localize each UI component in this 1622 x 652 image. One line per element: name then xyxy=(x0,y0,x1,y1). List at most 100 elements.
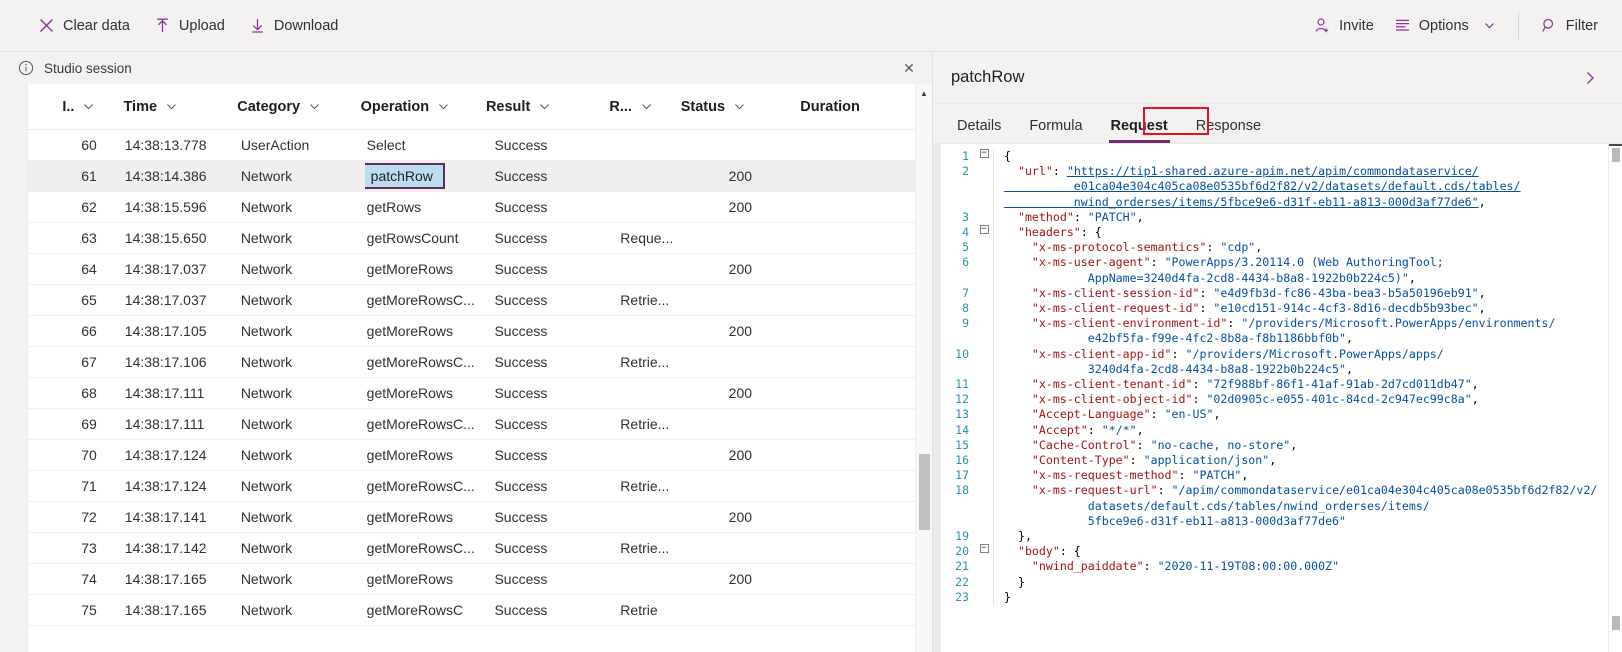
chevron-down-icon[interactable] xyxy=(165,100,178,113)
table-row[interactable]: 6414:38:17.037NetworkgetMoreRowsSuccess2… xyxy=(28,254,932,285)
cell-category[interactable]: UserAction xyxy=(239,130,365,160)
cell-r[interactable] xyxy=(618,316,691,346)
cell-category[interactable]: Network xyxy=(239,223,365,253)
cell-category[interactable]: Network xyxy=(239,347,365,377)
cell-time[interactable]: 14:38:17.037 xyxy=(111,285,239,315)
table-row[interactable]: 6614:38:17.105NetworkgetMoreRowsSuccess2… xyxy=(28,316,932,347)
fold-collapse-icon[interactable]: − xyxy=(975,225,993,234)
cell-category[interactable]: Network xyxy=(239,440,365,470)
cell-time[interactable]: 14:38:17.105 xyxy=(111,316,239,346)
cell-operation[interactable]: getMoreRowsC xyxy=(365,595,493,625)
table-row[interactable]: 7414:38:17.165NetworkgetMoreRowsSuccess2… xyxy=(28,564,932,595)
grid-vertical-scrollbar[interactable]: ▲ xyxy=(915,84,932,652)
cell-r[interactable]: Retrie... xyxy=(618,471,691,501)
tab-response[interactable]: Response xyxy=(1182,118,1275,143)
json-url-link[interactable]: "https://tip1-shared.azure-apim.net/apim… xyxy=(1067,164,1479,178)
cell-id[interactable]: 69 xyxy=(28,409,111,439)
cell-result[interactable]: Success xyxy=(492,254,618,284)
cell-result[interactable]: Success xyxy=(492,471,618,501)
table-row[interactable]: 7114:38:17.124NetworkgetMoreRowsC...Succ… xyxy=(28,471,932,502)
chevron-down-icon[interactable] xyxy=(437,100,450,113)
cell-status[interactable] xyxy=(691,533,814,563)
cell-id[interactable]: 68 xyxy=(28,378,111,408)
cell-status[interactable]: 200 xyxy=(691,161,814,191)
cell-status[interactable] xyxy=(691,130,814,160)
table-row[interactable]: 6514:38:17.037NetworkgetMoreRowsC...Succ… xyxy=(28,285,932,316)
cell-id[interactable]: 67 xyxy=(28,347,111,377)
tab-details[interactable]: Details xyxy=(943,118,1015,143)
cell-status[interactable] xyxy=(691,409,814,439)
cell-category[interactable]: Network xyxy=(239,378,365,408)
cell-r[interactable]: Retrie... xyxy=(618,347,691,377)
cell-r[interactable] xyxy=(618,161,691,191)
cell-id[interactable]: 72 xyxy=(28,502,111,532)
cell-id[interactable]: 62 xyxy=(28,192,111,222)
column-header-duration[interactable]: Duration xyxy=(798,84,914,129)
cell-r[interactable] xyxy=(618,130,691,160)
cell-time[interactable]: 14:38:17.141 xyxy=(111,502,239,532)
cell-result[interactable]: Success xyxy=(492,409,618,439)
cell-time[interactable]: 14:38:17.165 xyxy=(111,595,239,625)
column-header-id[interactable]: I.. xyxy=(28,84,109,129)
json-scrollbar-thumb-top[interactable] xyxy=(1612,148,1620,162)
cell-id[interactable]: 70 xyxy=(28,440,111,470)
cell-time[interactable]: 14:38:17.111 xyxy=(111,378,239,408)
column-header-time[interactable]: Time xyxy=(109,84,235,129)
json-scrollbar-thumb-bottom[interactable] xyxy=(1612,616,1620,630)
table-row[interactable]: 7014:38:17.124NetworkgetMoreRowsSuccess2… xyxy=(28,440,932,471)
fold-collapse-icon[interactable]: − xyxy=(975,544,993,553)
cell-result[interactable]: Success xyxy=(492,533,618,563)
cell-status[interactable] xyxy=(691,223,814,253)
table-row[interactable]: 7514:38:17.165NetworkgetMoreRowsCSuccess… xyxy=(28,595,932,626)
cell-result[interactable]: Success xyxy=(492,130,618,160)
cell-category[interactable]: Network xyxy=(239,502,365,532)
cell-r[interactable]: Reque... xyxy=(618,223,691,253)
cell-id[interactable]: 75 xyxy=(28,595,111,625)
column-header-category[interactable]: Category xyxy=(235,84,358,129)
cell-r[interactable]: Retrie... xyxy=(618,533,691,563)
cell-operation[interactable]: getRows xyxy=(365,192,493,222)
cell-time[interactable]: 14:38:17.142 xyxy=(111,533,239,563)
filter-button[interactable]: Filter xyxy=(1531,8,1608,44)
chevron-down-icon[interactable] xyxy=(82,100,95,113)
cell-category[interactable]: Network xyxy=(239,316,365,346)
cell-category[interactable]: Network xyxy=(239,471,365,501)
table-row[interactable]: 7214:38:17.141NetworkgetMoreRowsSuccess 2… xyxy=(28,502,932,533)
clear-data-button[interactable]: Clear data xyxy=(28,8,140,44)
cell-operation[interactable]: getMoreRows xyxy=(365,502,493,532)
cell-category[interactable]: Network xyxy=(239,564,365,594)
json-code-area[interactable]: 1−{2 "url": "https://tip1-shared.azure-a… xyxy=(941,144,1622,652)
close-session-button[interactable]: ✕ xyxy=(898,57,920,79)
cell-status[interactable]: 200 xyxy=(691,254,814,284)
cell-operation[interactable]: Select xyxy=(365,130,493,160)
table-row[interactable]: 6714:38:17.106NetworkgetMoreRowsC...Succ… xyxy=(28,347,932,378)
table-row[interactable]: 6314:38:15.650NetworkgetRowsCountSuccess… xyxy=(28,223,932,254)
cell-category[interactable]: Network xyxy=(239,192,365,222)
table-row[interactable]: 6914:38:17.111NetworkgetMoreRowsC...Succ… xyxy=(28,409,932,440)
cell-time[interactable]: 14:38:15.596 xyxy=(111,192,239,222)
cell-id[interactable]: 60 xyxy=(28,130,111,160)
cell-operation[interactable]: getMoreRowsC... xyxy=(365,347,493,377)
cell-result[interactable]: Success xyxy=(492,502,618,532)
table-row[interactable]: 6114:38:14.386NetworkpatchRowSuccess200 xyxy=(28,161,932,192)
cell-status[interactable]: 200 xyxy=(691,378,814,408)
cell-result[interactable]: Success xyxy=(492,440,618,470)
cell-result[interactable]: Success xyxy=(492,316,618,346)
chevron-down-icon[interactable] xyxy=(308,100,321,113)
tab-request[interactable]: Request xyxy=(1097,118,1182,143)
cell-status[interactable]: 200 xyxy=(691,502,814,532)
cell-operation[interactable]: getMoreRows xyxy=(365,564,493,594)
cell-operation[interactable]: getRowsCount xyxy=(365,223,493,253)
cell-r[interactable] xyxy=(618,440,691,470)
cell-status[interactable] xyxy=(691,285,814,315)
invite-button[interactable]: Invite xyxy=(1304,8,1384,44)
chevron-down-icon[interactable] xyxy=(640,100,653,113)
cell-r[interactable]: Retrie xyxy=(618,595,691,625)
cell-status[interactable]: 200 xyxy=(691,564,814,594)
cell-r[interactable] xyxy=(618,254,691,284)
cell-id[interactable]: 64 xyxy=(28,254,111,284)
chevron-right-icon[interactable] xyxy=(1576,64,1604,92)
table-row[interactable]: 6014:38:13.778UserActionSelectSuccess xyxy=(28,130,932,161)
cell-id[interactable]: 71 xyxy=(28,471,111,501)
cell-operation[interactable]: getMoreRows xyxy=(365,378,493,408)
